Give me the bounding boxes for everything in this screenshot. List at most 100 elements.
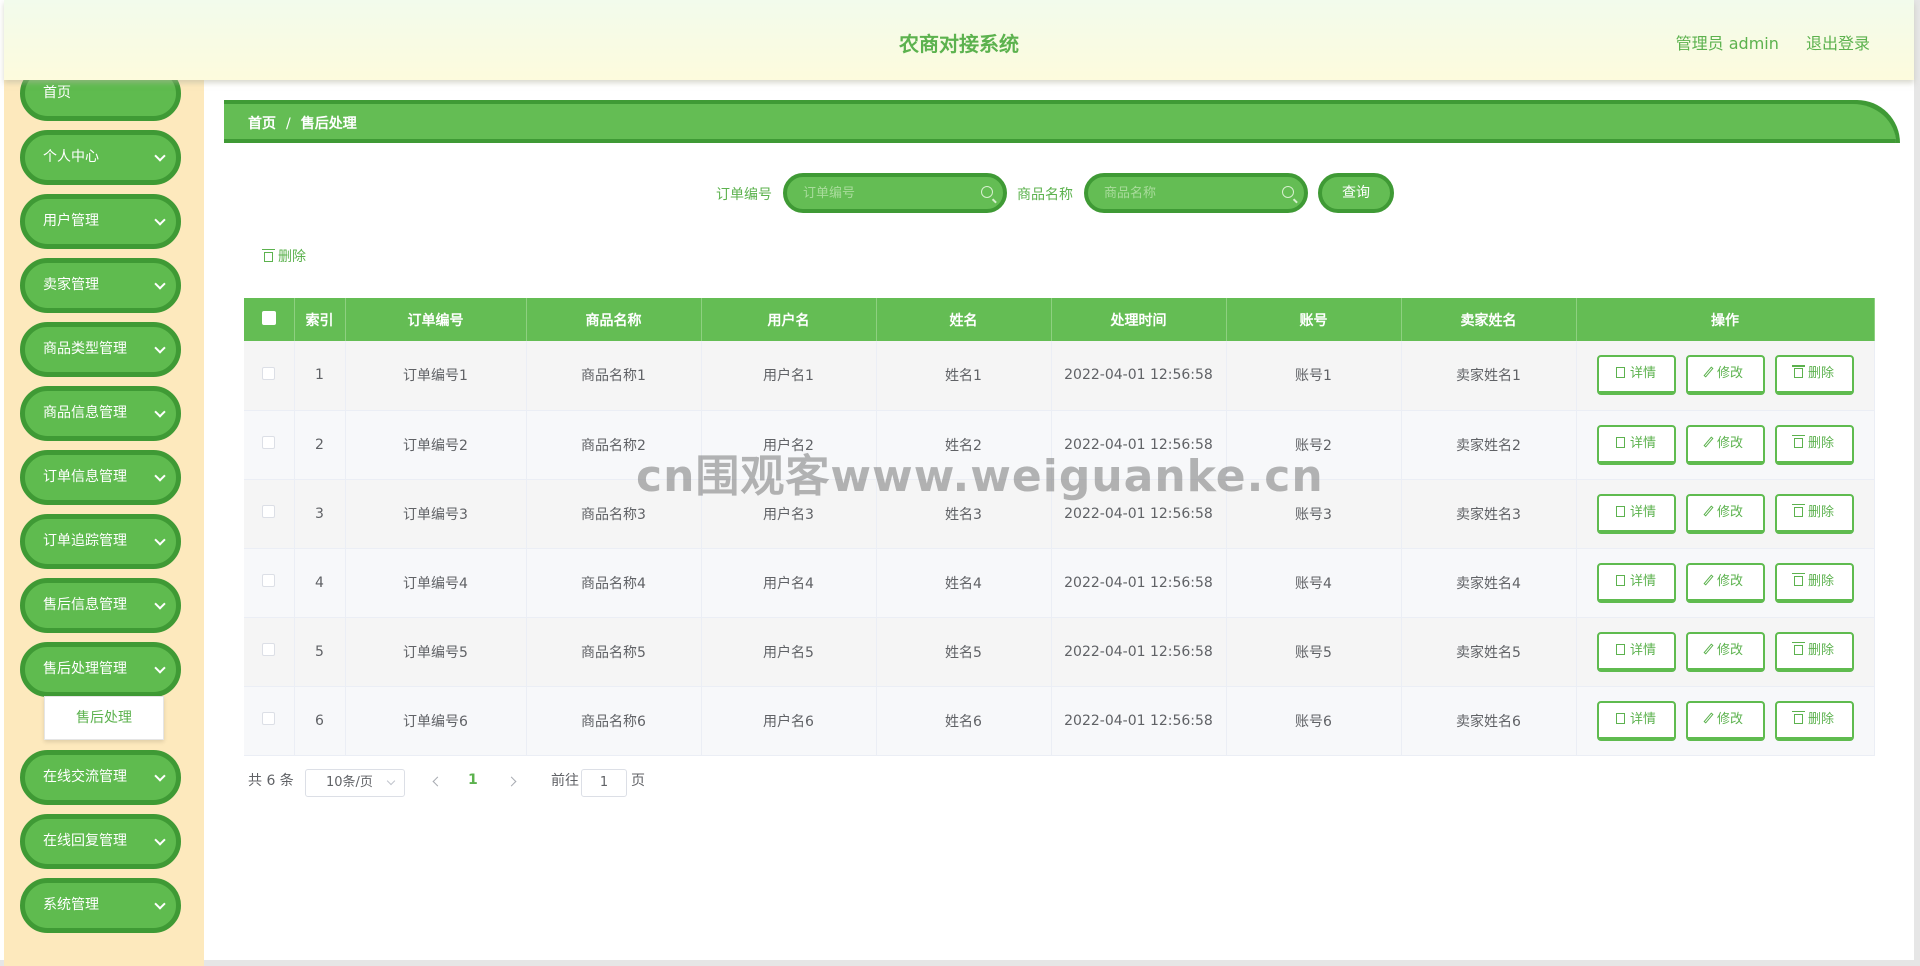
table-cell: 订单编号1 [345,341,527,411]
edit-button[interactable]: 修改 [1685,700,1765,741]
detail-button[interactable]: 详情 [1596,493,1676,534]
detail-button[interactable]: 详情 [1596,355,1676,396]
sidebar-item[interactable]: 售后处理管理 [20,642,181,697]
row-actions: 详情 修改 删除 [1576,410,1875,480]
batch-delete-button[interactable]: 删除 [262,246,306,266]
sidebar-item[interactable]: 售后信息管理 [20,578,181,633]
table-row: 1 订单编号1 商品名称1 用户名1 姓名1 2022-04-01 12:56:58 账号1… [244,341,1875,411]
edit-button-label: 修改 [1716,366,1743,382]
sidebar-item-label: 在线回复管理 [43,833,127,849]
chevron-down-icon [154,662,166,674]
sidebar-item-label: 个人中心 [43,149,99,165]
chevron-down-icon [154,214,166,226]
sidebar-item[interactable]: 订单追踪管理 [20,514,181,569]
row-checkbox[interactable] [262,505,276,518]
table-row: 4 订单编号4 商品名称4 用户名4 姓名4 2022-04-01 12:56:58 账号4… [244,548,1875,618]
delete-button[interactable]: 删除 [1774,631,1854,672]
row-select-cell [244,479,295,549]
pencil-icon [1703,642,1714,655]
row-checkbox[interactable] [262,366,276,380]
row-checkbox[interactable] [262,436,276,449]
table-cell: 订单编号3 [345,479,527,549]
sidebar-item[interactable]: 在线交流管理 [20,750,181,805]
table-cell: 订单编号5 [345,617,527,687]
row-actions: 详情 修改 删除 [1576,479,1875,549]
document-icon [1615,712,1625,724]
edit-button-label: 修改 [1716,711,1743,727]
delete-button-label: 删除 [1807,642,1834,658]
page-size-select[interactable]: 10条/页 [305,769,405,797]
logout-link[interactable]: 退出登录 [1806,34,1870,53]
table-cell: 3 [294,479,346,549]
sidebar-item[interactable]: 商品类型管理 [20,322,181,377]
chevron-down-icon [154,342,166,354]
sidebar-item[interactable]: 订单信息管理 [20,450,181,505]
table-cell: 5 [294,617,346,687]
sidebar-item-label: 用户管理 [43,213,99,229]
delete-button[interactable]: 删除 [1774,700,1854,741]
table-cell: 用户名5 [701,617,877,687]
delete-button-label: 删除 [1807,504,1834,520]
table-cell: 商品名称6 [526,686,702,756]
breadcrumb-home[interactable]: 首页 [248,116,276,132]
delete-button-label: 删除 [1807,435,1834,451]
detail-button[interactable]: 详情 [1596,700,1676,741]
breadcrumb-separator: / [286,116,291,132]
edit-button[interactable]: 修改 [1685,355,1765,396]
table-cell: 订单编号2 [345,410,527,480]
goto-page-input[interactable]: 1 [581,769,627,797]
detail-button[interactable]: 详情 [1596,631,1676,672]
table-cell: 商品名称4 [526,548,702,618]
row-checkbox[interactable] [262,574,276,587]
page-suffix: 页 [631,773,645,789]
select-all-checkbox[interactable] [261,310,276,325]
table-cell: 姓名1 [876,341,1052,411]
edit-button[interactable]: 修改 [1685,493,1765,534]
column-header: 用户名 [701,298,877,341]
product-name-input[interactable] [1102,182,1272,204]
delete-button[interactable]: 删除 [1774,562,1854,603]
sidebar-item[interactable]: 在线回复管理 [20,814,181,869]
chevron-down-icon [154,150,166,162]
delete-button[interactable]: 删除 [1774,424,1854,465]
chevron-down-icon [154,278,166,290]
sidebar-item-label: 首页 [43,85,71,101]
chevron-down-icon [154,834,166,846]
row-checkbox[interactable] [262,712,276,725]
table-cell: 2022-04-01 12:56:58 [1051,548,1227,618]
table-cell: 用户名1 [701,341,877,411]
order-number-input[interactable] [801,182,971,204]
edit-button[interactable]: 修改 [1685,562,1765,603]
edit-button[interactable]: 修改 [1685,424,1765,465]
trash-icon [1791,710,1805,724]
table-cell: 账号1 [1226,341,1402,411]
row-checkbox[interactable] [262,643,276,656]
order-number-search [783,173,1007,213]
sidebar-item[interactable]: 商品信息管理 [20,386,181,441]
detail-button-label: 详情 [1629,366,1656,382]
product-name-search [1084,173,1308,213]
sidebar-item[interactable]: 用户管理 [20,194,181,249]
row-select-cell [244,341,295,411]
current-page-number[interactable]: 1 [468,772,478,788]
table-cell: 账号5 [1226,617,1402,687]
breadcrumb-bar: 首页 / 售后处理 [224,100,1900,143]
sidebar-subitem-after-sales-processing[interactable]: 售后处理 [44,696,164,740]
sidebar-item[interactable]: 卖家管理 [20,258,181,313]
sidebar-item[interactable]: 系统管理 [20,878,181,933]
sidebar-item-label: 卖家管理 [43,277,99,293]
query-button[interactable]: 查询 [1318,173,1394,213]
column-header: 操作 [1576,298,1875,341]
trash-icon [1791,434,1805,448]
table-cell: 账号4 [1226,548,1402,618]
delete-button[interactable]: 删除 [1774,355,1854,396]
product-name-label: 商品名称 [1017,187,1073,203]
sidebar-item[interactable]: 个人中心 [20,130,181,185]
detail-button[interactable]: 详情 [1596,424,1676,465]
edit-button[interactable]: 修改 [1685,631,1765,672]
admin-label[interactable]: 管理员 admin [1676,34,1779,53]
table-row: 5 订单编号5 商品名称5 用户名5 姓名5 2022-04-01 12:56:58 账号5… [244,617,1875,687]
delete-button[interactable]: 删除 [1774,493,1854,534]
detail-button[interactable]: 详情 [1596,562,1676,603]
user-area: 管理员 admin 退出登录 [1654,30,1870,54]
